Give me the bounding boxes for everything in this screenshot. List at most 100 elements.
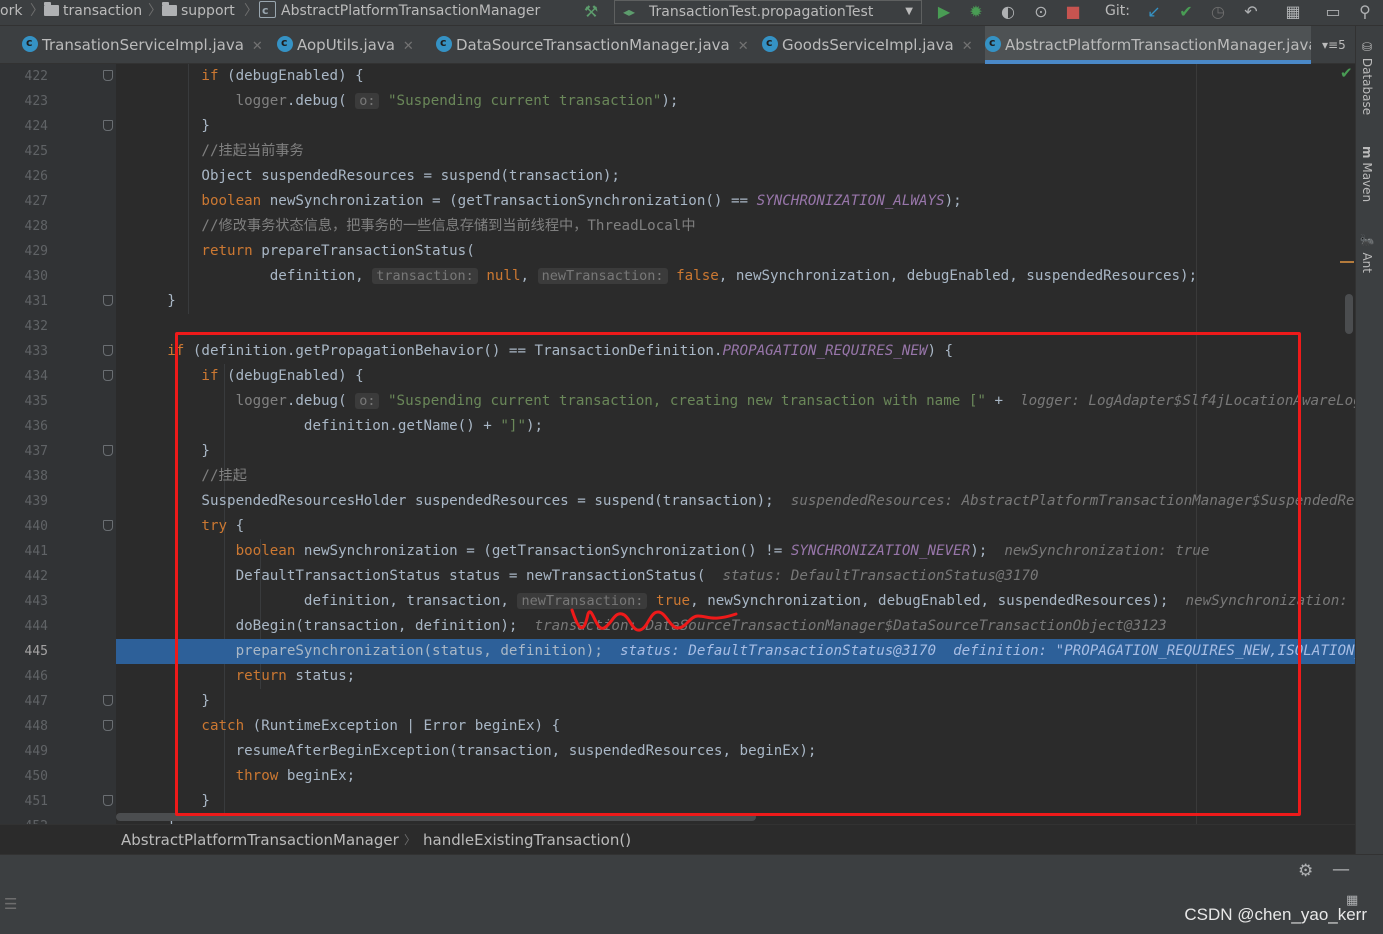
breadcrumb-class[interactable]: AbstractPlatformTransactionManager bbox=[121, 825, 399, 855]
git-history-icon[interactable]: ◷ bbox=[1206, 1, 1230, 23]
line-number: 442 bbox=[24, 569, 48, 584]
code-line[interactable]: Object suspendedResources = suspend(tran… bbox=[116, 164, 1355, 189]
code-line[interactable]: } bbox=[116, 789, 1355, 814]
line-number: 427 bbox=[24, 194, 48, 209]
git-update-icon[interactable]: ↙ bbox=[1142, 1, 1166, 23]
fold-marker-icon[interactable] bbox=[103, 120, 113, 131]
code-line[interactable]: try { bbox=[116, 514, 1355, 539]
git-commit-icon[interactable]: ✔ bbox=[1174, 1, 1198, 23]
close-icon[interactable]: ✕ bbox=[962, 39, 973, 54]
layout-icon[interactable]: ☰ bbox=[4, 895, 17, 913]
code-line[interactable]: DefaultTransactionStatus status = newTra… bbox=[116, 564, 1355, 589]
presentation-icon[interactable]: ▭ bbox=[1321, 1, 1345, 23]
build-hammer-icon[interactable]: ⚒ bbox=[579, 1, 603, 23]
code-line[interactable]: return prepareTransactionStatus( bbox=[116, 239, 1355, 264]
code-line[interactable]: catch (RuntimeException | Error beginEx)… bbox=[116, 714, 1355, 739]
code-line[interactable]: if (definition.getPropagationBehavior() … bbox=[116, 339, 1355, 364]
line-number: 431 bbox=[24, 294, 48, 309]
code-line[interactable]: boolean newSynchronization = (getTransac… bbox=[116, 539, 1355, 564]
code-line[interactable]: resumeAfterBeginException(transaction, s… bbox=[116, 739, 1355, 764]
code-line[interactable]: boolean newSynchronization = (getTransac… bbox=[116, 189, 1355, 214]
fold-marker-icon[interactable] bbox=[103, 445, 113, 456]
class-icon bbox=[277, 24, 293, 62]
tab-abstractplatformtransactionmanager[interactable]: AbstractPlatformTransactionManager.java bbox=[985, 26, 1311, 64]
breadcrumb-project[interactable]: ork bbox=[0, 0, 22, 24]
database-tool-window[interactable]: ⛁ Database bbox=[1360, 40, 1374, 115]
line-number: 430 bbox=[24, 269, 48, 284]
line-number: 440 bbox=[24, 519, 48, 534]
breadcrumb-separator: 〉 bbox=[148, 3, 162, 19]
close-icon[interactable]: ✕ bbox=[738, 39, 749, 54]
fold-marker-icon[interactable] bbox=[103, 795, 113, 806]
fold-marker-icon[interactable] bbox=[103, 720, 113, 731]
class-icon bbox=[436, 24, 452, 62]
navigation-bar: ork 〉 transaction 〉 support 〉 AbstractPl… bbox=[0, 0, 1383, 26]
tab-datasourcetransactionmanager[interactable]: DataSourceTransactionManager.java✕ bbox=[436, 24, 749, 64]
code-line[interactable]: //挂起 bbox=[116, 464, 1355, 489]
line-number: 444 bbox=[24, 619, 48, 634]
code-line[interactable]: SuspendedResourcesHolder suspendedResour… bbox=[116, 489, 1355, 514]
maven-tool-window[interactable]: m Maven bbox=[1360, 146, 1374, 202]
line-number: 433 bbox=[24, 344, 48, 359]
code-line[interactable]: doBegin(transaction, definition); transa… bbox=[116, 614, 1355, 639]
breadcrumb-method[interactable]: handleExistingTransaction() bbox=[423, 825, 631, 855]
breadcrumb-separator: 〉 bbox=[404, 833, 417, 847]
search-icon[interactable]: ⚲ bbox=[1353, 1, 1377, 23]
tab-transationserviceimpl[interactable]: TransationServiceImpl.java✕ bbox=[22, 24, 263, 64]
close-icon[interactable]: ✕ bbox=[252, 39, 263, 54]
code-line[interactable]: } bbox=[116, 114, 1355, 139]
project-structure-icon[interactable]: ▦ bbox=[1281, 1, 1305, 23]
fold-marker-icon[interactable] bbox=[103, 295, 113, 306]
line-number: 425 bbox=[24, 144, 48, 159]
git-rollback-icon[interactable]: ↶ bbox=[1239, 1, 1263, 23]
run-icon[interactable]: ▶ bbox=[932, 1, 956, 23]
debug-icon[interactable]: ✹ bbox=[964, 1, 988, 23]
execution-point-line[interactable]: prepareSynchronization(status, definitio… bbox=[116, 639, 1355, 664]
code-line[interactable]: definition, transaction, newTransaction:… bbox=[116, 589, 1355, 614]
line-number: 448 bbox=[24, 719, 48, 734]
line-number: 438 bbox=[24, 469, 48, 484]
code-line[interactable]: logger.debug( o: "Suspending current tra… bbox=[116, 389, 1355, 414]
code-line[interactable]: definition.getName() + "]"); bbox=[116, 414, 1355, 439]
current-line-number: 445 bbox=[24, 644, 48, 659]
tab-goodsserviceimpl[interactable]: GoodsServiceImpl.java✕ bbox=[762, 24, 973, 64]
close-icon[interactable]: ✕ bbox=[403, 39, 414, 54]
inspection-ok-icon[interactable]: ✔ bbox=[1340, 64, 1353, 82]
code-line[interactable]: throw beginEx; bbox=[116, 764, 1355, 789]
minimize-icon[interactable]: — bbox=[1332, 859, 1350, 880]
fold-marker-icon[interactable] bbox=[103, 370, 113, 381]
code-line[interactable]: } bbox=[116, 689, 1355, 714]
ant-tool-window[interactable]: 🐜 Ant bbox=[1360, 234, 1374, 273]
breadcrumb-class[interactable]: AbstractPlatformTransactionManager bbox=[259, 0, 540, 24]
coverage-icon[interactable]: ◐ bbox=[996, 1, 1020, 23]
code-line[interactable]: //挂起当前事务 bbox=[116, 139, 1355, 164]
fold-marker-icon[interactable] bbox=[103, 695, 113, 706]
code-line[interactable] bbox=[116, 314, 1355, 339]
line-number: 447 bbox=[24, 694, 48, 709]
vertical-scrollbar[interactable] bbox=[1345, 294, 1353, 334]
breadcrumb-package-support[interactable]: support bbox=[162, 0, 235, 24]
fold-marker-icon[interactable] bbox=[103, 520, 113, 531]
stop-icon[interactable]: ■ bbox=[1061, 1, 1085, 23]
breadcrumb-package-transaction[interactable]: transaction bbox=[44, 0, 142, 24]
run-configuration-dropdown[interactable]: ◂▸ TransactionTest.propagationTest ▼ bbox=[614, 0, 922, 24]
horizontal-scrollbar[interactable] bbox=[116, 813, 756, 821]
tab-aoputils[interactable]: AopUtils.java✕ bbox=[277, 24, 414, 64]
code-line[interactable]: //修改事务状态信息，把事务的一些信息存储到当前线程中，ThreadLocal中 bbox=[116, 214, 1355, 239]
editor-gutter: 422 423 424 425 426 427 428 429 430 431 … bbox=[0, 64, 116, 824]
code-line[interactable]: logger.debug( o: "Suspending current tra… bbox=[116, 89, 1355, 114]
gear-icon[interactable]: ⚙ bbox=[1298, 861, 1313, 881]
error-stripe-marker[interactable] bbox=[1340, 261, 1354, 263]
code-line[interactable]: definition, transaction: null, newTransa… bbox=[116, 264, 1355, 289]
code-line[interactable]: } bbox=[116, 439, 1355, 464]
code-line[interactable]: if (debugEnabled) { bbox=[116, 64, 1355, 89]
line-number: 432 bbox=[24, 319, 48, 334]
fold-marker-icon[interactable] bbox=[103, 345, 113, 356]
code-line[interactable]: } bbox=[116, 289, 1355, 314]
code-editor[interactable]: 422 423 424 425 426 427 428 429 430 431 … bbox=[0, 64, 1355, 824]
tabs-overflow-button[interactable]: ▾≡5 bbox=[1322, 26, 1346, 64]
code-line[interactable]: if (debugEnabled) { bbox=[116, 364, 1355, 389]
fold-marker-icon[interactable] bbox=[103, 70, 113, 81]
profile-icon[interactable]: ⊙ bbox=[1029, 1, 1053, 23]
code-line[interactable]: return status; bbox=[116, 664, 1355, 689]
